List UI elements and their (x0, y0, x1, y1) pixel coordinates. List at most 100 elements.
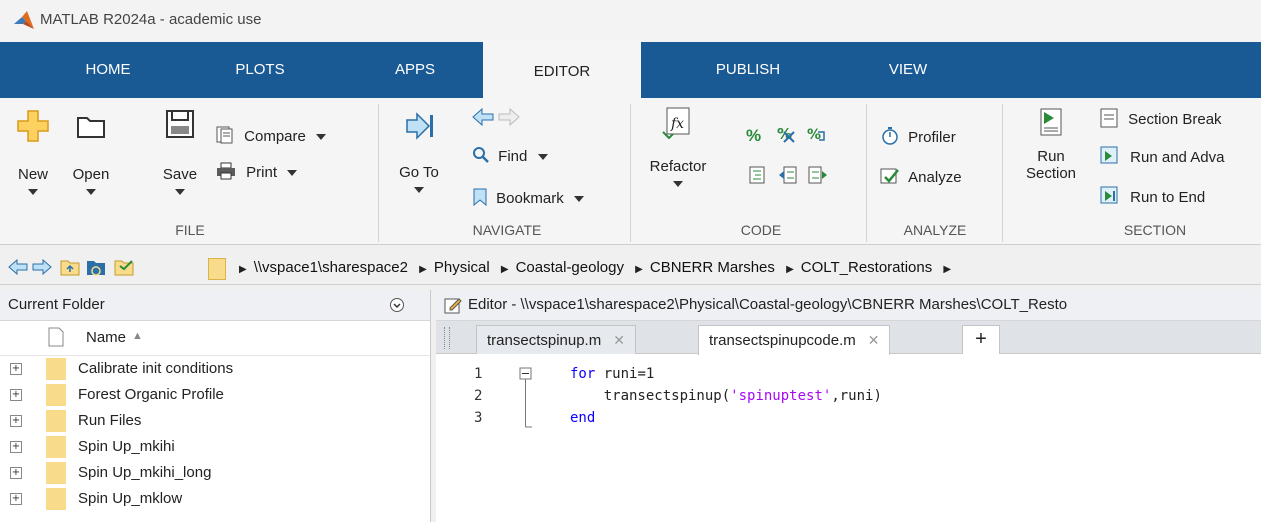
search-folder-button[interactable] (114, 258, 136, 280)
increase-indent-button[interactable] (808, 166, 828, 188)
current-folder-panel: Current Folder Name ▲ + Calibrate init co… (0, 290, 431, 522)
section-break-button[interactable]: Section Break (1100, 108, 1222, 128)
tab-transectspinupcode[interactable]: transectspinupcode.m ✕ (698, 325, 891, 355)
refactor-button[interactable]: fx Refactor (646, 106, 710, 192)
folder-icon (46, 384, 66, 406)
analyze-button[interactable]: Analyze (880, 166, 962, 186)
decrease-indent-icon (779, 166, 797, 184)
smart-indent-icon (749, 166, 765, 184)
expand-icon[interactable]: + (10, 363, 22, 375)
search-icon (473, 147, 489, 163)
address-forward-button[interactable] (32, 258, 52, 279)
go-to-button[interactable]: Go To (392, 110, 446, 198)
expand-icon[interactable]: + (10, 389, 22, 401)
decrease-indent-button[interactable] (778, 166, 798, 188)
tab-publish[interactable]: PUBLISH (693, 42, 803, 98)
line-number: 2 (474, 388, 483, 404)
arrow-right-icon (498, 107, 520, 127)
tab-transectspinup[interactable]: transectspinup.m ✕ (476, 325, 636, 354)
breadcrumb-item[interactable]: Physical (434, 259, 490, 276)
crumb-separator-icon: ▶ (239, 264, 247, 275)
line-number: 1 (474, 366, 483, 382)
breadcrumb-item[interactable]: Coastal-geology (516, 259, 624, 276)
stopwatch-icon (882, 127, 898, 145)
editor-pencil-icon (444, 298, 462, 314)
forward-button[interactable] (498, 107, 520, 130)
folder-row[interactable]: + Spin Up_mkihi_long (0, 460, 430, 486)
arrow-left-icon (8, 258, 28, 276)
comment-button[interactable]: % (746, 126, 761, 146)
folder-row[interactable]: + Calibrate init conditions (0, 356, 430, 382)
tab-home[interactable]: HOME (62, 42, 154, 98)
expand-icon[interactable]: + (10, 441, 22, 453)
panel-menu-icon[interactable] (389, 297, 405, 313)
new-button[interactable]: New (12, 110, 54, 200)
run-to-end-button[interactable]: Run to End (1100, 186, 1205, 206)
run-section-button[interactable]: Run Section (1022, 106, 1080, 182)
tab-view[interactable]: VIEW (870, 42, 946, 98)
sort-ascending-icon: ▲ (132, 330, 143, 342)
chevron-down-icon (673, 181, 683, 188)
code-section-label: CODE (740, 222, 782, 238)
code-line-1[interactable]: for runi=1 (570, 366, 654, 382)
crumb-separator-icon: ▶ (943, 264, 952, 275)
run-and-advance-button[interactable]: Run and Adva (1100, 146, 1224, 166)
wrap-comments-icon: % (807, 127, 825, 143)
up-one-level-button[interactable] (60, 258, 80, 280)
svg-text:%: % (807, 127, 821, 143)
folder-row[interactable]: + Forest Organic Profile (0, 382, 430, 408)
window-title: MATLAB R2024a - academic use (40, 11, 262, 28)
code-fold-icon[interactable] (519, 367, 533, 431)
line-number-gutter: 1 2 3 (436, 354, 556, 522)
breadcrumb-item[interactable]: CBNERR Marshes (650, 259, 775, 276)
find-button[interactable]: Find (472, 146, 548, 165)
back-button[interactable] (472, 107, 494, 130)
save-disk-icon (166, 110, 194, 138)
chevron-down-icon (573, 196, 584, 203)
name-column-header[interactable]: Name ▲ (0, 321, 430, 356)
folder-up-icon (60, 260, 80, 276)
code-line-3[interactable]: end (570, 410, 595, 426)
tab-editor[interactable]: EDITOR (483, 40, 641, 101)
smart-indent-button[interactable] (748, 166, 766, 188)
profiler-button[interactable]: Profiler (880, 126, 956, 146)
chevron-down-icon (86, 189, 96, 196)
new-tab-button[interactable]: + (962, 325, 1000, 354)
svg-text:fx: fx (670, 116, 684, 132)
address-back-button[interactable] (8, 258, 28, 279)
save-button[interactable]: Save (156, 108, 204, 200)
browse-folder-icon (87, 261, 105, 276)
wrap-comments-button[interactable]: % (806, 124, 828, 148)
close-icon[interactable]: ✕ (868, 332, 880, 348)
print-button[interactable]: Print (216, 162, 298, 181)
breadcrumb-item[interactable]: COLT_Restorations (801, 259, 932, 276)
matlab-logo-icon (14, 11, 34, 29)
editor-title: Editor - \\vspace1\sharespace2\Physical\… (468, 296, 1068, 313)
uncomment-button[interactable]: % (776, 124, 796, 148)
close-icon[interactable]: ✕ (613, 332, 625, 348)
breadcrumb-item[interactable]: \\vspace1\sharespace2 (254, 259, 408, 276)
expand-icon[interactable]: + (10, 493, 22, 505)
folder-row[interactable]: + Run Files (0, 408, 430, 434)
expand-icon[interactable]: + (10, 467, 22, 479)
compare-button[interactable]: Compare (216, 126, 327, 145)
browse-folder-button[interactable] (86, 258, 108, 280)
folder-icon (46, 488, 66, 510)
comment-percent-icon: % (746, 126, 762, 145)
new-plus-icon (17, 110, 49, 142)
tab-apps[interactable]: APPS (380, 42, 450, 98)
folder-row[interactable]: + Spin Up_mklow (0, 486, 430, 512)
code-line-2[interactable]: transectspinup('spinuptest',runi) (570, 388, 882, 404)
editor-header: Editor - \\vspace1\sharespace2\Physical\… (436, 290, 1261, 321)
bookmark-button[interactable]: Bookmark (472, 188, 584, 207)
drag-handle-icon[interactable] (444, 327, 450, 349)
folder-row[interactable]: + Spin Up_mkihi (0, 434, 430, 460)
arrow-right-icon (32, 258, 52, 276)
ribbon-divider (866, 104, 867, 242)
expand-icon[interactable]: + (10, 415, 22, 427)
open-button[interactable]: Open (66, 110, 116, 200)
current-folder-header: Current Folder (0, 290, 430, 321)
toolstrip-tabs: HOME PLOTS APPS EDITOR PUBLISH VIEW (0, 40, 1261, 101)
chevron-down-icon (537, 154, 548, 161)
tab-plots[interactable]: PLOTS (215, 42, 305, 98)
